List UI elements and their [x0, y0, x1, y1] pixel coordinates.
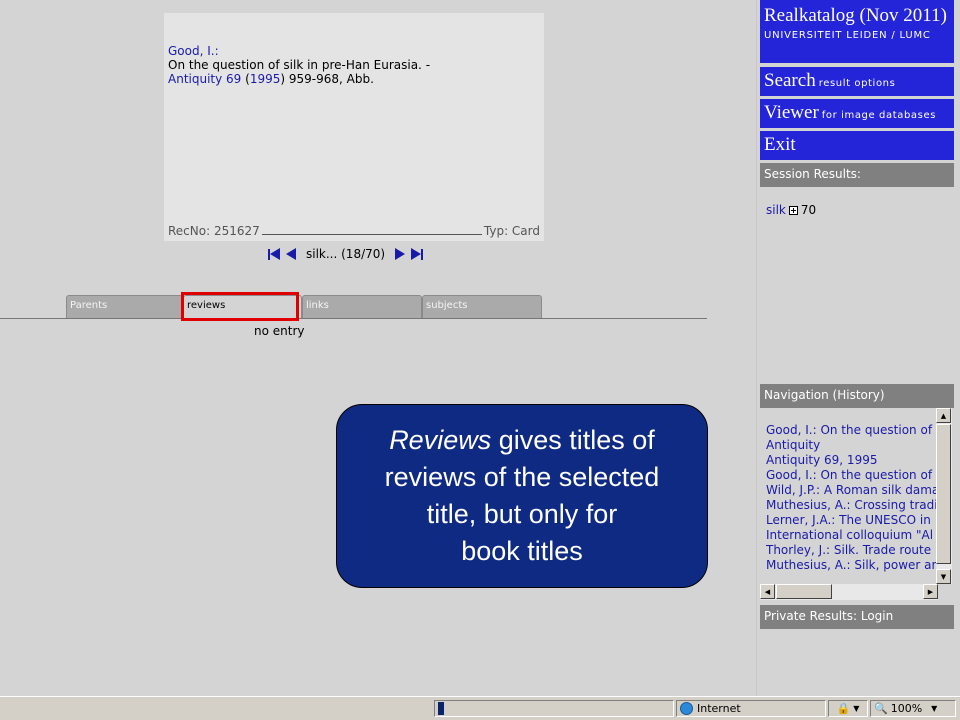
- record-type: Typ: Card: [483, 224, 540, 238]
- session-count: 70: [800, 203, 817, 217]
- record-author-link[interactable]: Good, I.:: [168, 44, 219, 58]
- record-number: RecNo: 251627: [168, 224, 260, 238]
- zoom-control[interactable]: 🔍 100% ▼: [870, 700, 956, 717]
- horizontal-scroll-thumb[interactable]: [776, 584, 832, 599]
- history-horizontal-scrollbar[interactable]: ◀ ▶: [760, 584, 938, 600]
- private-results-login[interactable]: Private Results: Login: [760, 605, 954, 629]
- viewer-button[interactable]: Viewer for image databases: [760, 99, 954, 128]
- scroll-right-icon[interactable]: ▶: [923, 584, 938, 599]
- history-vertical-scrollbar[interactable]: ▲ ▼: [936, 408, 952, 584]
- protected-mode[interactable]: 🔒 ▼: [828, 700, 868, 717]
- last-record-icon[interactable]: [411, 248, 424, 260]
- footer-rule: [261, 224, 482, 235]
- shield-icon: 🔒: [836, 702, 851, 715]
- callout-line-2: reviews of the selected: [384, 462, 660, 492]
- exit-button[interactable]: Exit: [760, 131, 954, 160]
- browser-status-bar: Internet 🔒 ▼ 🔍 100% ▼: [0, 696, 960, 720]
- record-footer: RecNo: 251627 Typ: Card: [168, 224, 540, 238]
- catalog-header: Realkatalog (Nov 2011) UNIVERSITEIT LEID…: [760, 0, 954, 63]
- tab-parents[interactable]: Parents: [66, 295, 183, 318]
- journal-link[interactable]: Antiquity 69: [168, 72, 241, 86]
- citation-pages: ) 959-968, Abb.: [280, 72, 374, 86]
- callout-line-4: book titles: [461, 536, 583, 566]
- catalog-title: Realkatalog (Nov 2011): [764, 5, 947, 26]
- record-card: Good, I.: On the question of silk in pre…: [164, 13, 544, 241]
- callout-line-1: Reviews gives titles of: [337, 422, 707, 459]
- scroll-down-icon[interactable]: ▼: [936, 569, 951, 584]
- navigation-history-header: Navigation (History): [760, 384, 954, 408]
- first-record-icon[interactable]: [268, 248, 280, 260]
- progress-fill: [438, 702, 444, 715]
- progress-indicator: [434, 700, 674, 717]
- history-item[interactable]: Good, I.: On the question of silk: [766, 468, 938, 483]
- record-pager: silk... (18/70): [268, 246, 424, 262]
- history-item[interactable]: Antiquity 69, 1995: [766, 453, 938, 468]
- session-result-item: silk 70: [766, 203, 816, 217]
- globe-icon: [680, 702, 693, 715]
- expand-plus-icon[interactable]: [788, 205, 798, 215]
- history-item[interactable]: Lerner, J.A.: The UNESCO in: [766, 513, 938, 528]
- history-list: Good, I.: On the question of silk Antiqu…: [766, 423, 938, 573]
- search-button[interactable]: Search result options: [760, 67, 954, 96]
- reviews-tab-highlight: [181, 292, 299, 321]
- search-label: Search: [764, 70, 816, 91]
- zoom-icon: 🔍: [874, 702, 888, 715]
- exit-label: Exit: [764, 134, 796, 155]
- year-link[interactable]: 1995: [250, 72, 281, 86]
- session-term-link[interactable]: silk: [766, 203, 786, 217]
- vertical-scroll-thumb[interactable]: [936, 424, 951, 564]
- chevron-down-icon: ▼: [931, 704, 938, 713]
- no-entry-text: no entry: [254, 324, 305, 338]
- catalog-subtitle: UNIVERSITEIT LEIDEN / LUMC: [764, 30, 931, 41]
- viewer-sublabel: for image databases: [821, 110, 937, 121]
- zone-label: Internet: [697, 702, 741, 715]
- history-item[interactable]: Good, I.: On the question of silk: [766, 423, 938, 438]
- callout-line-3: title, but only for: [426, 499, 618, 529]
- record-citation: Antiquity 69 (1995) 959-968, Abb.: [168, 72, 374, 86]
- tab-baseline: [0, 318, 707, 319]
- history-panel: Good, I.: On the question of silk Antiqu…: [760, 408, 954, 600]
- explanation-callout: Reviews gives titles of reviews of the s…: [336, 404, 708, 588]
- history-item[interactable]: Thorley, J.: Silk. Trade route: [766, 543, 938, 558]
- previous-record-icon[interactable]: [286, 248, 296, 260]
- history-item[interactable]: Muthesius, A.: Crossing traditions: [766, 498, 938, 513]
- callout-line-1-rest: gives titles of: [491, 425, 655, 455]
- session-results-header: Session Results:: [760, 163, 954, 187]
- history-item[interactable]: Muthesius, A.: Silk, power and: [766, 558, 938, 573]
- viewer-label: Viewer: [764, 102, 819, 123]
- next-record-icon[interactable]: [395, 248, 406, 260]
- security-zone[interactable]: Internet: [676, 700, 826, 717]
- history-item[interactable]: Antiquity: [766, 438, 938, 453]
- tab-subjects[interactable]: subjects: [422, 295, 542, 318]
- history-item[interactable]: International colloquium "Al: [766, 528, 938, 543]
- callout-emphasis: Reviews: [389, 425, 492, 455]
- search-sublabel: result options: [818, 78, 896, 89]
- record-title: On the question of silk in pre-Han Euras…: [168, 58, 431, 72]
- zoom-level: 100%: [890, 702, 923, 715]
- pager-label: silk... (18/70): [306, 247, 386, 261]
- scroll-left-icon[interactable]: ◀: [760, 584, 775, 599]
- history-item[interactable]: Wild, J.P.: A Roman silk damask: [766, 483, 938, 498]
- scroll-up-icon[interactable]: ▲: [936, 408, 951, 423]
- tab-links[interactable]: links: [302, 295, 422, 318]
- chevron-down-icon: ▼: [853, 704, 860, 713]
